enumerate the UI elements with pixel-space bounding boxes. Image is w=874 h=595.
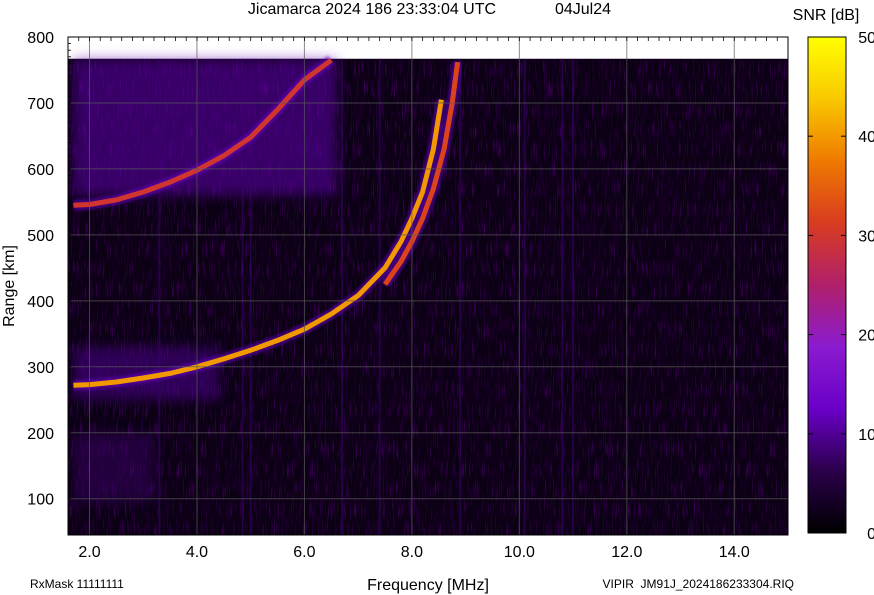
colorbar-tick-label: 30 xyxy=(858,228,874,245)
rxmask-label: RxMask 11111111 xyxy=(30,577,124,591)
y-tick-label: 700 xyxy=(27,96,54,113)
colorbar-tick-label: 50 xyxy=(858,30,874,47)
file-label: VIPIR JM91J_2024186233304.RIQ xyxy=(603,577,794,591)
y-tick-label: 800 xyxy=(27,30,54,47)
colorbar-tick-label: 40 xyxy=(858,129,874,146)
y-tick-label: 600 xyxy=(27,162,54,179)
y-tick-label: 400 xyxy=(27,294,54,311)
colorbar-tick-label: 20 xyxy=(858,328,874,345)
x-tick-label: 4.0 xyxy=(186,544,208,561)
colorbar-gradient xyxy=(807,36,847,534)
y-tick-label: 200 xyxy=(27,426,54,443)
chart-title: Jicamarca 2024 186 23:33:04 UTC xyxy=(248,1,496,18)
y-tick-label: 500 xyxy=(27,228,54,245)
colorbar-tick-label: 10 xyxy=(858,427,874,444)
colorbar-label: SNR [dB] xyxy=(793,7,860,24)
colorbar-tick-label: 0 xyxy=(867,526,874,543)
x-tick-label: 12.0 xyxy=(611,544,642,561)
plot-area: 2.0 4.0 6.0 8.0 10.0 12.0 14.0 100 200 300 400 500 6… xyxy=(27,30,789,561)
ionogram-chart: Jicamarca 2024 186 23:33:04 UTC 04Jul24 … xyxy=(1,1,874,594)
y-tick-label: 300 xyxy=(27,360,54,377)
x-tick-label: 8.0 xyxy=(401,544,423,561)
x-tick-label: 6.0 xyxy=(293,544,315,561)
colorbar: 0 10 20 30 40 50 xyxy=(807,30,874,543)
y-axis-label: Range [km] xyxy=(1,245,18,327)
spread-f-region xyxy=(73,58,337,196)
no-data-band xyxy=(68,37,788,59)
heatmap-content xyxy=(68,55,788,535)
x-tick-label: 10.0 xyxy=(504,544,535,561)
x-tick-label: 2.0 xyxy=(78,544,100,561)
x-axis-label: Frequency [MHz] xyxy=(367,577,489,594)
low-echo-region xyxy=(73,432,154,503)
x-tick-label: 14.0 xyxy=(719,544,750,561)
y-tick-label: 100 xyxy=(27,492,54,509)
chart-date: 04Jul24 xyxy=(555,1,611,18)
